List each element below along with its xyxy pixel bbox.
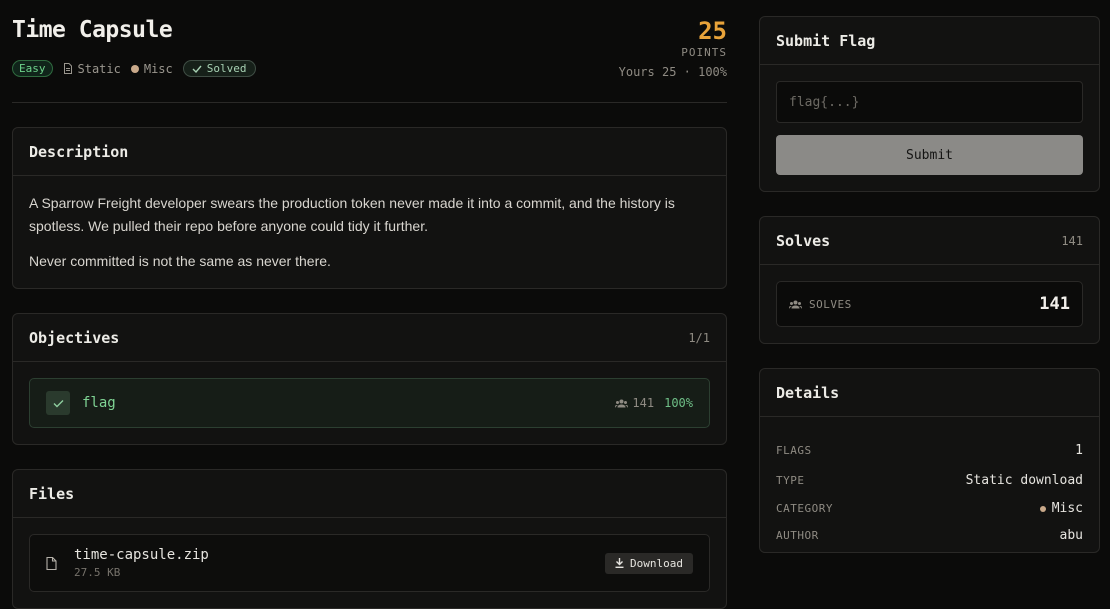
objective-item[interactable]: flag 141 100% <box>29 378 710 428</box>
submit-button[interactable]: Submit <box>776 135 1083 175</box>
detail-key: TYPE <box>776 473 805 487</box>
details-card: Details FLAGS 1 TYPE Static download CAT… <box>759 368 1100 553</box>
detail-value: abu <box>1059 528 1083 543</box>
type-tag: Static <box>63 62 121 76</box>
objectives-count: 1/1 <box>688 330 710 345</box>
submit-flag-card: Submit Flag Submit <box>759 16 1100 192</box>
check-icon <box>192 65 202 73</box>
objective-check <box>46 391 70 415</box>
download-icon <box>615 558 624 568</box>
description-card: Description A Sparrow Freight developer … <box>12 127 727 289</box>
detail-row-author: AUTHOR abu <box>776 522 1083 549</box>
detail-value-category: Misc <box>1039 501 1083 516</box>
solves-header-count: 141 <box>1061 233 1083 248</box>
file-size: 27.5 KB <box>74 566 121 579</box>
solves-title: Solves <box>776 231 831 250</box>
description-paragraph: A Sparrow Freight developer swears the p… <box>29 195 675 234</box>
detail-value: 1 <box>1075 442 1083 458</box>
detail-value: Misc <box>1051 501 1083 516</box>
category-dot <box>1039 505 1046 512</box>
download-label: Download <box>630 556 683 570</box>
flag-input[interactable] <box>776 81 1083 123</box>
points-value: 25 <box>698 17 727 45</box>
category-tag: Misc <box>130 61 173 76</box>
description-body: A Sparrow Freight developer swears the p… <box>13 176 726 273</box>
category-dot <box>130 64 139 73</box>
file-name: time-capsule.zip <box>74 547 209 563</box>
points-label: POINTS <box>681 46 727 59</box>
category-label: Misc <box>143 61 173 76</box>
solves-value: 141 <box>1039 294 1070 314</box>
files-card: Files time-capsule.zip 27.5 KB Download <box>12 469 727 609</box>
check-icon <box>53 399 63 407</box>
file-item: time-capsule.zip 27.5 KB Download <box>29 534 710 592</box>
submit-flag-title: Submit Flag <box>776 31 876 50</box>
solves-card: Solves 141 SOLVES 141 <box>759 216 1100 344</box>
users-icon <box>789 300 802 309</box>
description-header: Description <box>13 128 726 176</box>
challenge-title: Time Capsule <box>12 17 173 43</box>
detail-key: CATEGORY <box>776 502 833 515</box>
challenge-meta: Easy Static Misc Solved <box>12 60 256 77</box>
file-info: time-capsule.zip 27.5 KB <box>74 547 605 579</box>
objectives-header: Objectives 1/1 <box>13 314 726 362</box>
difficulty-badge: Easy <box>12 60 53 77</box>
challenge-header: Time Capsule Easy Static Misc Solved 25 … <box>12 0 727 103</box>
solves-header: Solves 141 <box>760 217 1099 265</box>
detail-row-flags: FLAGS 1 <box>776 435 1083 465</box>
description-paragraph: Never committed is not the same as never… <box>29 253 331 269</box>
solved-label: Solved <box>206 62 247 75</box>
objective-stats: 141 100% <box>615 396 693 410</box>
details-list: FLAGS 1 TYPE Static download CATEGORY Mi… <box>760 417 1099 549</box>
files-header: Files <box>13 470 726 518</box>
download-button[interactable]: Download <box>605 552 693 574</box>
objective-percent: 100% <box>664 396 693 410</box>
submit-flag-header: Submit Flag <box>760 17 1099 65</box>
objective-solves: 141 <box>615 396 654 410</box>
description-title: Description <box>29 142 129 161</box>
detail-key: AUTHOR <box>776 529 819 542</box>
files-title: Files <box>29 484 75 503</box>
detail-row-category: CATEGORY Misc <box>776 495 1083 522</box>
detail-value: Static download <box>965 472 1083 488</box>
detail-row-type: TYPE Static download <box>776 465 1083 495</box>
objective-name: flag <box>82 395 116 411</box>
challenge-main: Time Capsule Easy Static Misc Solved 25 … <box>12 0 727 609</box>
details-title: Details <box>776 383 840 402</box>
objectives-title: Objectives <box>29 328 120 347</box>
objective-solves-count: 141 <box>632 396 655 410</box>
details-header: Details <box>760 369 1099 417</box>
type-label: Static <box>77 61 121 76</box>
users-icon <box>615 399 629 408</box>
solved-badge: Solved <box>182 60 256 77</box>
solves-label-text: SOLVES <box>809 297 852 311</box>
solves-stat: SOLVES 141 <box>776 281 1083 327</box>
file-icon <box>63 63 72 74</box>
points-block: 25 POINTS Yours 25 · 100% <box>619 18 727 79</box>
objectives-card: Objectives 1/1 flag 141 100% <box>12 313 727 445</box>
your-points: Yours 25 · 100% <box>618 65 727 79</box>
document-icon <box>46 556 60 570</box>
solves-stat-label: SOLVES <box>789 298 1039 311</box>
detail-key: FLAGS <box>776 443 812 457</box>
